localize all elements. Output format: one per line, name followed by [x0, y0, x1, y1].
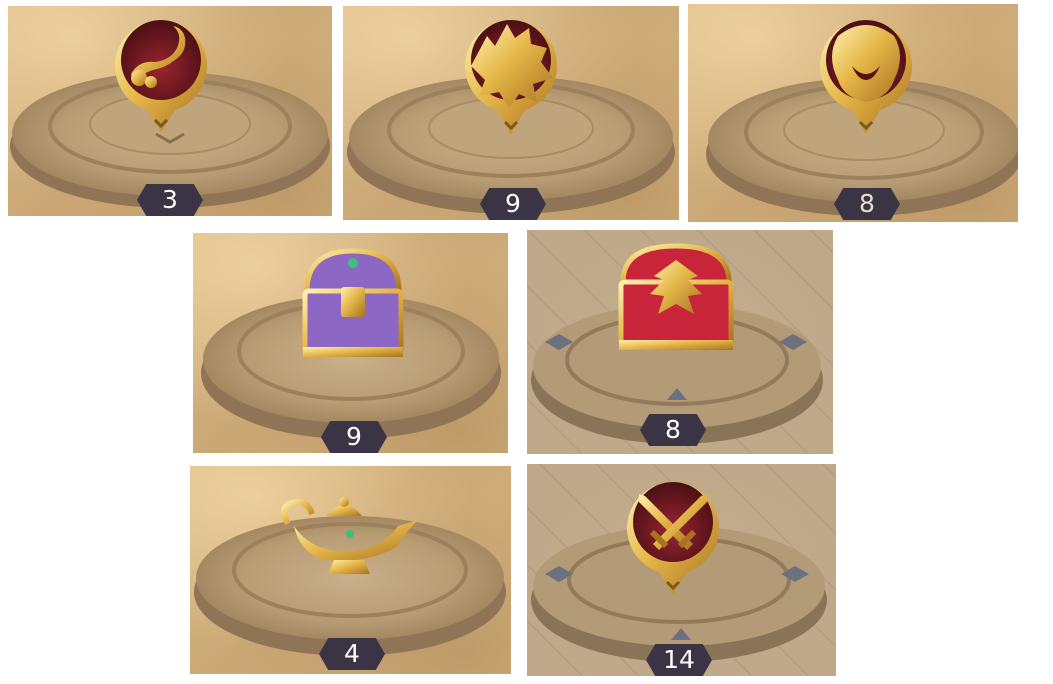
count-badge: 9	[480, 188, 546, 220]
purple-chest-altar-tile[interactable]: 9	[193, 233, 508, 453]
count-badge: 9	[321, 421, 387, 453]
red-chest-altar-tile[interactable]: 8	[527, 230, 833, 454]
count-badge: 8	[640, 414, 706, 446]
crossed-swords-icon	[627, 482, 719, 594]
lamp-altar-tile[interactable]: 4	[190, 466, 511, 674]
swords-altar-tile[interactable]: 14	[527, 464, 836, 676]
scorpion-icon	[115, 20, 208, 132]
wolf-altar-tile[interactable]: 9	[343, 6, 679, 220]
red-dragon-chest-icon	[618, 243, 734, 350]
lion-altar-tile[interactable]: 8	[688, 4, 1018, 222]
count-badge: 3	[137, 184, 203, 216]
scorpion-altar-tile[interactable]: 3	[8, 6, 332, 216]
count-badge: 8	[834, 188, 900, 220]
count-badge: 4	[319, 638, 385, 670]
lion-head-icon	[820, 20, 912, 135]
magic-lamp-icon	[280, 497, 418, 574]
count-badge: 14	[646, 644, 712, 676]
wolf-head-icon	[465, 20, 557, 135]
purple-treasure-chest-icon	[302, 248, 404, 357]
